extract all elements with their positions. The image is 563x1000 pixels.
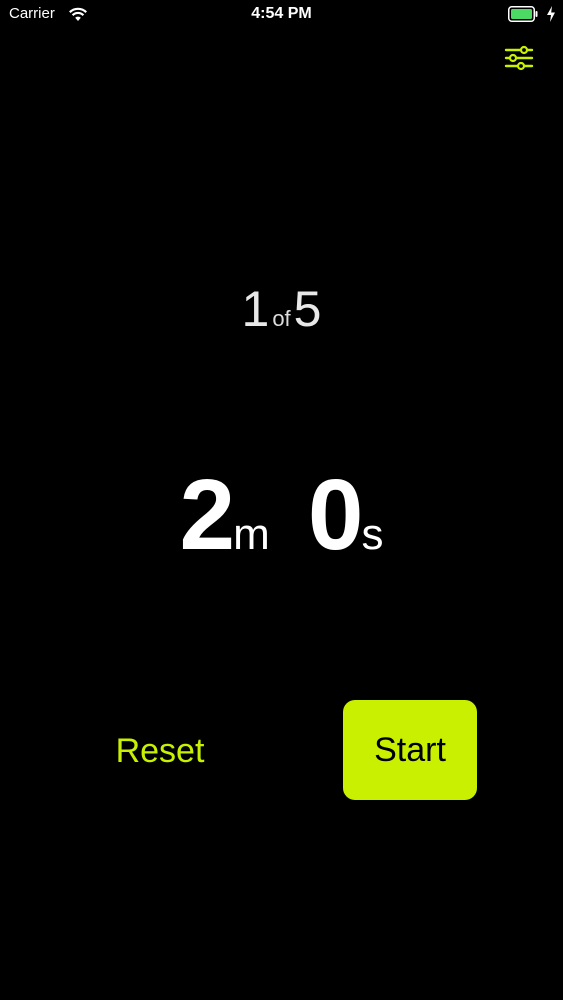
- timer-minutes: 2: [179, 459, 236, 571]
- charging-bolt-icon: [547, 6, 555, 22]
- battery-icon: [508, 6, 538, 22]
- sliders-icon: [504, 45, 534, 71]
- round-current: 1: [241, 281, 270, 337]
- settings-button[interactable]: [500, 40, 538, 76]
- start-button[interactable]: Start: [343, 700, 477, 800]
- timer-display: 2m 0s: [0, 458, 563, 573]
- timer-seconds: 0: [307, 459, 364, 571]
- status-time: 4:54 PM: [251, 5, 312, 22]
- round-separator: of: [272, 306, 291, 331]
- timer-seconds-unit: s: [361, 510, 384, 559]
- round-total: 5: [293, 281, 322, 337]
- reset-button[interactable]: Reset: [100, 725, 220, 777]
- status-bar: Carrier 4:54 PM: [0, 0, 563, 30]
- timer-minutes-unit: m: [233, 510, 270, 559]
- round-indicator: 1 of5: [0, 280, 563, 338]
